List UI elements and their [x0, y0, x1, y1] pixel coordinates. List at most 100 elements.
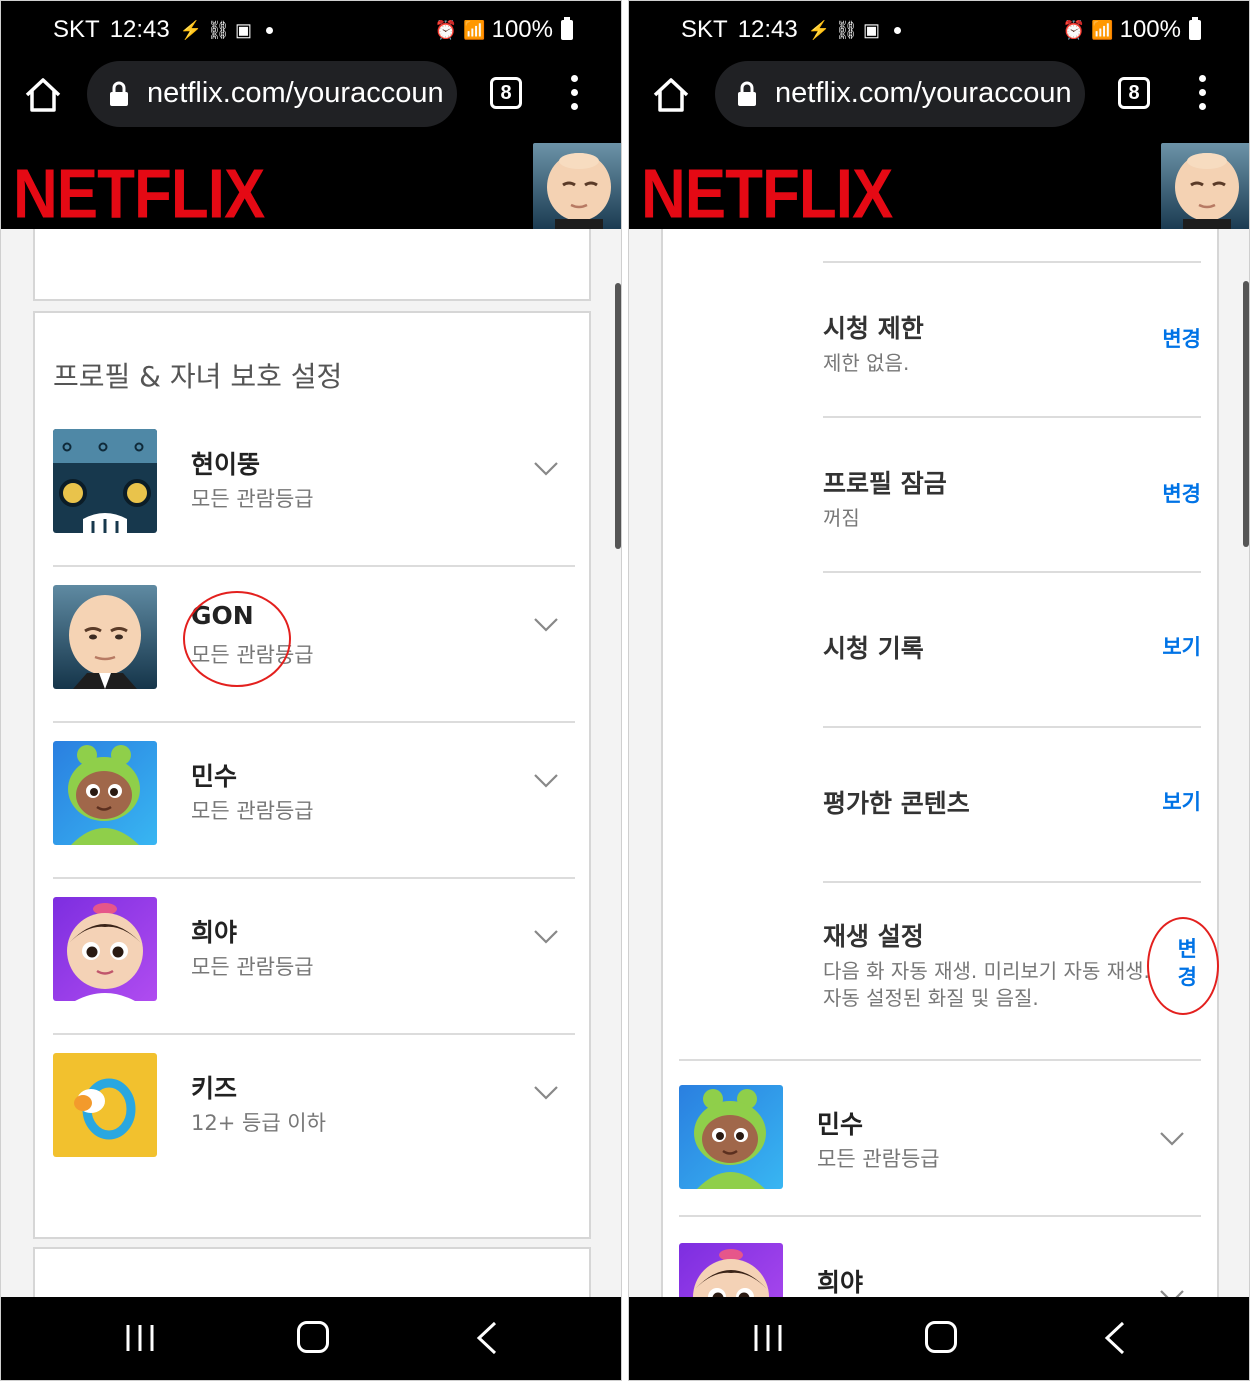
profile-row-kids[interactable]: 키즈 12+ 등급 이하: [53, 1035, 575, 1191]
row-divider: [679, 1059, 1201, 1061]
back-icon[interactable]: [475, 1321, 499, 1355]
setting-playback: 재생 설정 다음 화 자동 재생. 미리보기 자동 재생. 자동 설정된 화질 …: [823, 881, 1201, 1059]
robot-avatar-icon: [53, 429, 157, 533]
change-link[interactable]: 변: [1178, 933, 1197, 963]
url-text: netflix.com/youraccoun: [775, 77, 1072, 109]
more-options-icon[interactable]: [1195, 75, 1209, 113]
profile-rating: 모든 관람등급: [191, 799, 314, 823]
android-nav-bar: [629, 1297, 1249, 1380]
battery-icon: [561, 17, 573, 40]
back-icon[interactable]: [1103, 1321, 1127, 1355]
setting-title: 시청 제한: [823, 314, 924, 343]
scrollbar-thumb[interactable]: [1243, 281, 1249, 547]
wifi-signal-icon: 📶: [463, 20, 486, 40]
carrier-label: SKT: [681, 16, 728, 43]
setting-ratings: 평가한 콘텐츠 보기: [823, 726, 1201, 881]
more-notifications-dot: [266, 26, 274, 34]
setting-title: 평가한 콘텐츠: [823, 789, 970, 818]
profile-row-minsu[interactable]: 민수 모든 관람등급: [53, 723, 575, 879]
chevron-down-icon[interactable]: [533, 767, 559, 793]
frog-baby-avatar-icon: [53, 741, 157, 845]
account-avatar-icon[interactable]: [1161, 143, 1249, 229]
row-divider: [823, 881, 1201, 883]
setting-title: 프로필 잠금: [823, 469, 947, 498]
left-phone-screen: SKT 12:43 ⚡ ⛓ ▣ ⏰ 📶 100% netflix.com/you…: [0, 0, 622, 1381]
girl-baby-avatar-icon: [53, 897, 157, 1001]
account-avatar-icon[interactable]: [533, 143, 621, 229]
clock: 12:43: [109, 16, 170, 43]
profile-row-gon[interactable]: GON 모든 관람등급: [53, 567, 575, 723]
netflix-logo[interactable]: NETFLIX: [641, 155, 893, 235]
account-page: 프로필 & 자녀 보호 설정 현이뚱 모든 관람등급 GON 모든 관람등급 민…: [1, 229, 621, 1299]
battery-percent: 100%: [491, 16, 553, 43]
profile-name: 민수: [817, 1110, 864, 1139]
url-text: netflix.com/youraccoun: [147, 77, 444, 109]
setting-value: 제한 없음.: [823, 351, 910, 375]
recent-apps-icon[interactable]: [753, 1323, 783, 1353]
recent-apps-icon[interactable]: [125, 1323, 155, 1353]
notification-icons: ⚡ ⛓ ▣: [179, 20, 253, 40]
change-link[interactable]: 변경: [1162, 323, 1201, 353]
alarm-icon: ⏰: [434, 20, 458, 40]
tab-switcher-button[interactable]: 8: [490, 77, 522, 109]
url-bar[interactable]: netflix.com/youraccoun: [715, 61, 1085, 127]
lock-icon: [738, 81, 756, 106]
more-notifications-dot: [894, 26, 902, 34]
battery-percent: 100%: [1119, 16, 1181, 43]
profile-row-hyeonittung[interactable]: 현이뚱 모든 관람등급: [53, 411, 575, 567]
profile-name: 현이뚱: [191, 450, 261, 479]
row-divider: [823, 571, 1201, 573]
profile-name: GON: [191, 601, 254, 630]
setting-viewing-restrictions: 시청 제한 제한 없음. 변경: [823, 261, 1201, 416]
netflix-header: NETFLIX: [629, 141, 1249, 233]
setting-viewing-activity: 시청 기록 보기: [823, 571, 1201, 726]
row-divider: [823, 726, 1201, 728]
chevron-down-icon[interactable]: [533, 1079, 559, 1105]
chevron-down-icon[interactable]: [533, 923, 559, 949]
nav-home-icon[interactable]: [297, 1321, 329, 1353]
view-link[interactable]: 보기: [1162, 786, 1201, 816]
scrollbar-thumb[interactable]: [615, 283, 621, 549]
right-phone-screen: SKT 12:43 ⚡ ⛓ ▣ ⏰ 📶 100% netflix.com/you…: [628, 0, 1250, 1381]
netflix-logo[interactable]: NETFLIX: [13, 155, 265, 235]
profile-name: 키즈: [191, 1074, 238, 1103]
profile-row-heeya[interactable]: 희야 모든 관람등급: [53, 879, 575, 1035]
change-link[interactable]: 경: [1178, 961, 1197, 991]
clock: 12:43: [737, 16, 798, 43]
profiles-parental-controls-card: 프로필 & 자녀 보호 설정 현이뚱 모든 관람등급 GON 모든 관람등급 민…: [33, 311, 591, 1239]
wifi-signal-icon: 📶: [1091, 20, 1114, 40]
status-bar: SKT 12:43 ⚡ ⛓ ▣ ⏰ 📶 100%: [1, 1, 621, 59]
kids-pacifier-avatar-icon: [53, 1053, 157, 1157]
profile-rating: 모든 관람등급: [191, 643, 314, 667]
alarm-icon: ⏰: [1062, 20, 1086, 40]
lock-icon: [110, 81, 128, 106]
notification-icons: ⚡ ⛓ ▣: [807, 20, 881, 40]
profile-name: 민수: [191, 762, 238, 791]
chevron-down-icon[interactable]: [533, 455, 559, 481]
carrier-label: SKT: [53, 16, 100, 43]
boss-baby-avatar-icon: [53, 585, 157, 689]
home-icon[interactable]: [23, 75, 63, 115]
android-nav-bar: [1, 1297, 621, 1380]
row-divider: [823, 261, 1201, 263]
profile-name: 희야: [817, 1268, 864, 1297]
nav-home-icon[interactable]: [925, 1321, 957, 1353]
view-link[interactable]: 보기: [1162, 631, 1201, 661]
browser-toolbar: netflix.com/youraccoun 8: [1, 59, 621, 141]
previous-section-card: [33, 229, 591, 301]
profile-rating: 모든 관람등급: [191, 487, 314, 511]
profile-row-minsu[interactable]: 민수 모든 관람등급: [679, 1059, 1201, 1217]
url-bar[interactable]: netflix.com/youraccoun: [87, 61, 457, 127]
status-bar: SKT 12:43 ⚡ ⛓ ▣ ⏰ 📶 100%: [629, 1, 1249, 59]
chevron-down-icon[interactable]: [533, 611, 559, 637]
frog-baby-avatar-icon: [679, 1085, 783, 1189]
profile-row-heeya[interactable]: 희야: [679, 1217, 1201, 1299]
home-icon[interactable]: [651, 75, 691, 115]
account-page: 시청 제한 제한 없음. 변경 프로필 잠금 꺼짐 변경 시청 기록 보기 평가…: [629, 229, 1249, 1299]
setting-title: 재생 설정: [823, 922, 924, 951]
more-options-icon[interactable]: [567, 75, 581, 113]
setting-value: 다음 화 자동 재생. 미리보기 자동 재생.: [823, 959, 1150, 983]
change-link[interactable]: 변경: [1162, 478, 1201, 508]
chevron-down-icon[interactable]: [1159, 1125, 1185, 1151]
tab-switcher-button[interactable]: 8: [1118, 77, 1150, 109]
